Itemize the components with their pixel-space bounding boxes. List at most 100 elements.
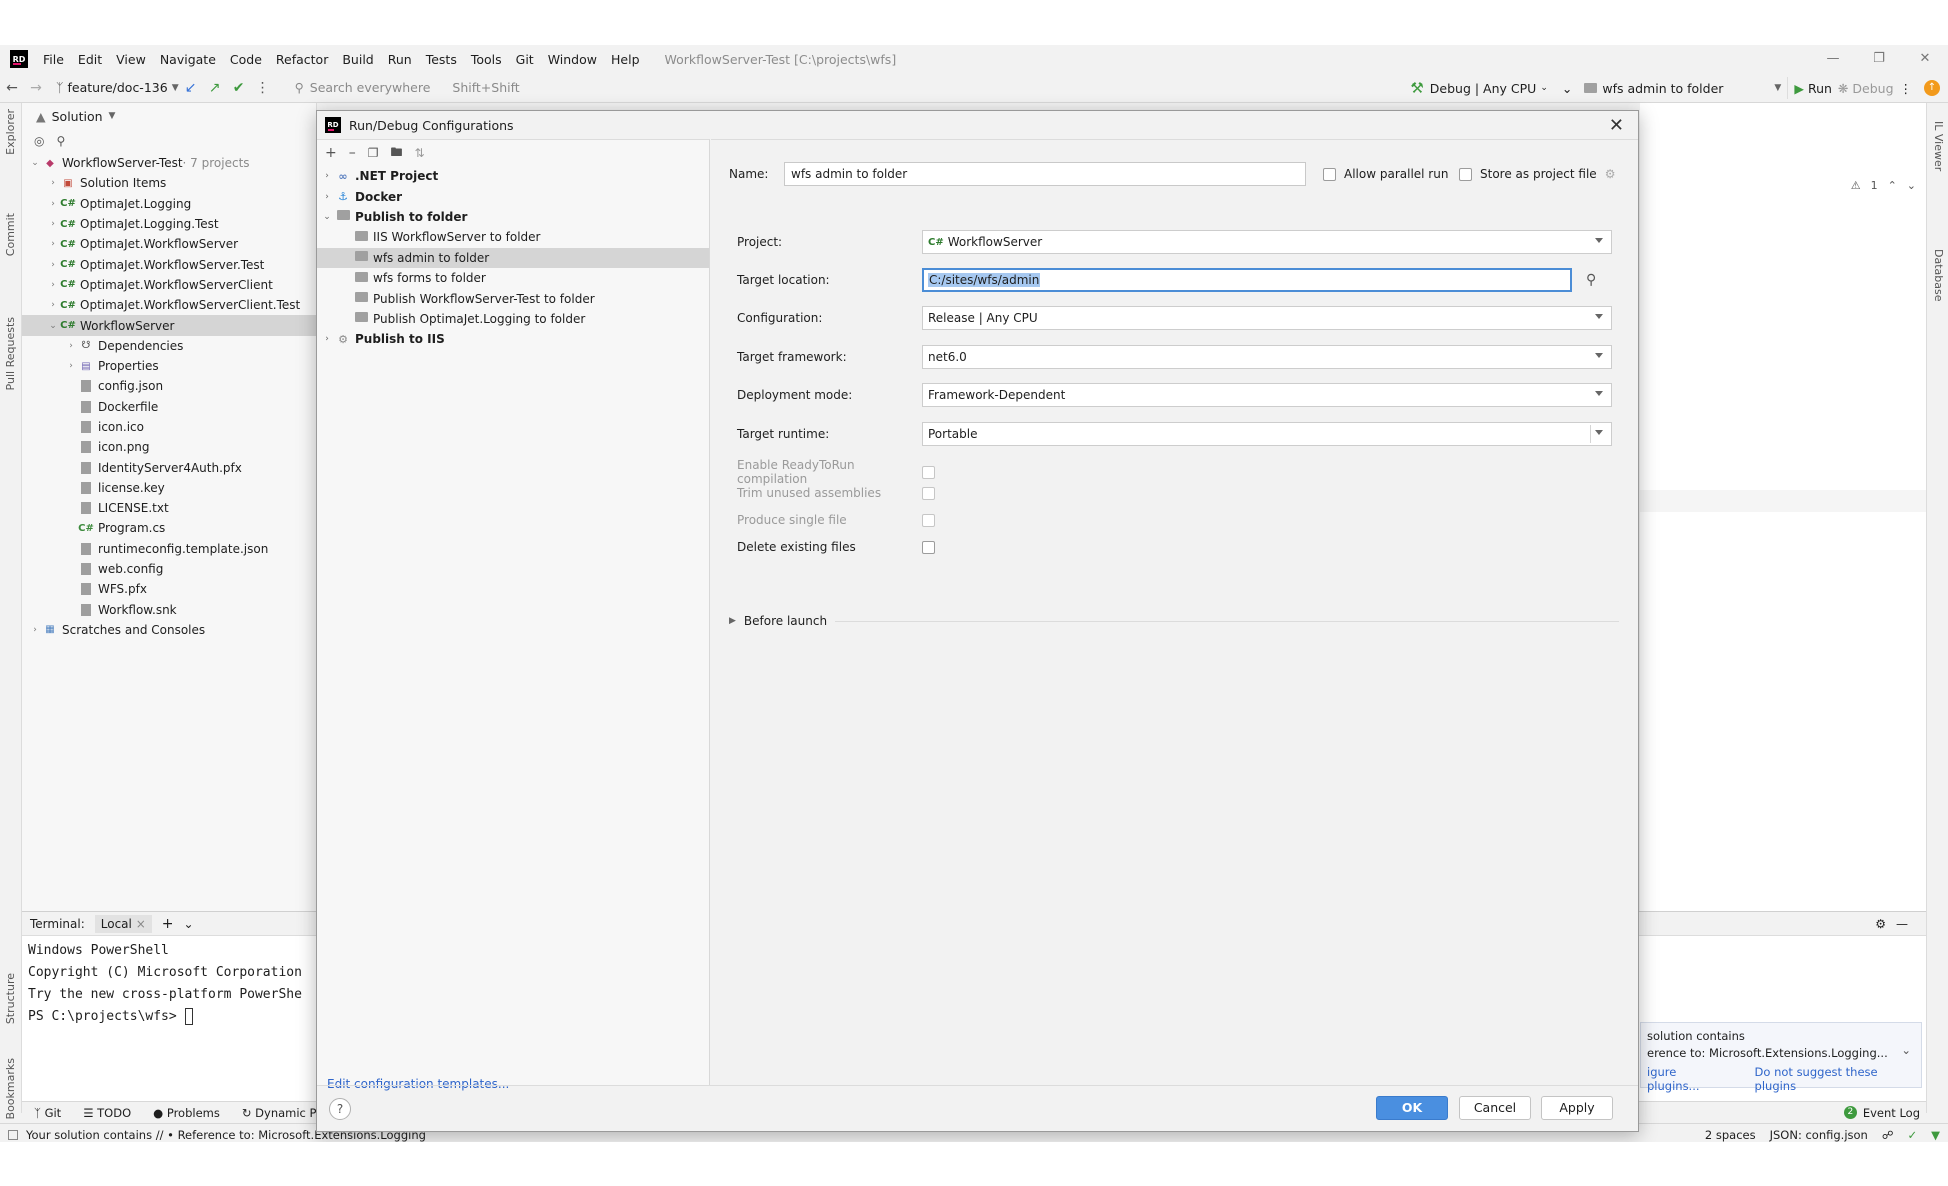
chevron-down-icon[interactable]: ⌄ [46, 321, 60, 331]
run-config-selector[interactable]: wfs admin to folder ▼ [1578, 77, 1789, 99]
lock-icon[interactable]: ☍ [1882, 1128, 1894, 1142]
help-button[interactable]: ? [329, 1098, 351, 1120]
browse-search-icon[interactable]: ⚲ [1586, 272, 1596, 288]
remove-icon[interactable]: – [349, 145, 356, 161]
git-commit-icon[interactable]: ✔ [227, 80, 251, 96]
chevron-right-icon[interactable]: › [64, 361, 78, 371]
forward-arrow-icon[interactable]: → [24, 80, 48, 96]
configuration-tree-item[interactable]: › ⚓ Docker [317, 186, 709, 206]
gear-icon[interactable]: ⚙ [1605, 167, 1616, 181]
search-everywhere[interactable]: ⚲ Search everywhere Shift+Shift [295, 80, 520, 95]
more-vertical-icon[interactable]: ⋮ [1900, 81, 1913, 96]
todo-tab[interactable]: ☰ TODO [83, 1106, 131, 1120]
tree-item[interactable]: WFS.pfx [22, 579, 316, 599]
add-tab-icon[interactable]: + [162, 916, 174, 932]
menu-help[interactable]: Help [604, 52, 647, 67]
branch-selector[interactable]: ᛉ feature/doc-136 ▼ [56, 80, 179, 95]
chevron-right-icon[interactable]: › [319, 192, 335, 202]
back-arrow-icon[interactable]: ← [0, 80, 24, 96]
ok-button[interactable]: OK [1376, 1096, 1448, 1120]
tree-item[interactable]: config.json [22, 376, 316, 396]
chevron-down-icon[interactable]: ⌄ [1901, 1043, 1911, 1057]
tree-item[interactable]: › C# OptimaJet.Logging.Test [22, 214, 316, 234]
configuration-tree-item[interactable]: › ∞ .NET Project [317, 166, 709, 186]
tree-item[interactable]: › ▤ Properties [22, 356, 316, 376]
explorer-header[interactable]: ▲ Solution ▼ [22, 103, 316, 129]
problems-tab[interactable]: ● Problems [153, 1106, 220, 1120]
tree-item[interactable]: Dockerfile [22, 397, 316, 417]
dialog-close-icon[interactable]: ✕ [1609, 115, 1624, 136]
pull-requests-tab[interactable]: Pull Requests [4, 317, 17, 390]
indent-setting[interactable]: 2 spaces [1705, 1128, 1756, 1142]
deployment-mode-select[interactable]: Framework-Dependent [922, 383, 1612, 407]
restore-icon[interactable]: ❐ [1856, 45, 1902, 73]
tree-item[interactable]: IdentityServer4Auth.pfx [22, 457, 316, 477]
tree-item[interactable]: web.config [22, 559, 316, 579]
locate-icon[interactable]: ◎ [34, 134, 44, 148]
copy-icon[interactable]: ❐ [368, 146, 379, 160]
close-icon[interactable]: × [136, 917, 146, 931]
update-icon[interactable]: ↑ [1924, 80, 1940, 96]
chevron-right-icon[interactable]: › [46, 260, 60, 270]
chevron-right-icon[interactable]: › [319, 171, 335, 181]
menu-tools[interactable]: Tools [464, 52, 509, 67]
tree-item[interactable]: › ▦ Scratches and Consoles [22, 620, 316, 640]
file-type[interactable]: JSON: config.json [1770, 1128, 1868, 1142]
chevron-right-icon[interactable]: › [46, 199, 60, 209]
chevron-down-icon[interactable]: ⌄ [184, 917, 194, 931]
sort-icon[interactable]: ⇅ [415, 146, 425, 160]
tree-item[interactable]: Workflow.snk [22, 600, 316, 620]
move-to-folder-icon[interactable]: 🖿 [391, 143, 403, 164]
menu-build[interactable]: Build [335, 52, 380, 67]
menu-navigate[interactable]: Navigate [153, 52, 223, 67]
search-icon[interactable]: ⚲ [56, 134, 65, 148]
configuration-tree-item[interactable]: ⌄ Publish to folder [317, 207, 709, 227]
chevron-right-icon[interactable]: › [46, 178, 60, 188]
apply-button[interactable]: Apply [1541, 1096, 1613, 1120]
git-update-icon[interactable]: ↙ [179, 80, 203, 96]
commit-tab[interactable]: Commit [4, 213, 17, 256]
debug-button[interactable]: ❋ Debug [1838, 81, 1894, 96]
chevron-right-icon[interactable]: › [46, 239, 60, 249]
ready-to-run-checkbox[interactable] [922, 465, 935, 479]
menu-window[interactable]: Window [541, 52, 604, 67]
tree-item[interactable]: icon.png [22, 437, 316, 457]
tree-item[interactable]: › ☋ Dependencies [22, 336, 316, 356]
target-location-input[interactable]: C:/sites/wfs/admin [922, 268, 1572, 292]
target-runtime-select[interactable]: Portable [922, 422, 1612, 446]
tree-item[interactable]: › C# OptimaJet.WorkflowServer [22, 234, 316, 254]
name-input[interactable]: wfs admin to folder [784, 162, 1306, 186]
configuration-tree-item[interactable]: Publish OptimaJet.Logging to folder [317, 309, 709, 329]
menu-file[interactable]: File [36, 52, 71, 67]
tree-item[interactable]: icon.ico [22, 417, 316, 437]
event-log-tab[interactable]: 2 Event Log [1843, 1106, 1920, 1120]
tree-item[interactable]: LICENSE.txt [22, 498, 316, 518]
target-framework-select[interactable]: net6.0 [922, 345, 1612, 369]
chevron-down-icon[interactable]: ⌄ [1562, 81, 1572, 96]
do-not-suggest-link[interactable]: Do not suggest these plugins [1755, 1065, 1915, 1093]
database-tab[interactable]: Database [1932, 249, 1945, 302]
menu-refactor[interactable]: Refactor [269, 52, 335, 67]
status-square-icon[interactable] [8, 1129, 18, 1140]
allow-parallel-run-option[interactable]: Allow parallel run [1323, 167, 1448, 181]
menu-git[interactable]: Git [509, 52, 541, 67]
check-icon[interactable]: ✓ [1908, 1128, 1918, 1142]
configuration-tree-item[interactable]: Publish WorkflowServer-Test to folder [317, 288, 709, 308]
git-tab[interactable]: ᛉ Git [34, 1106, 61, 1120]
before-launch-section[interactable]: ▶ Before launch [729, 614, 1619, 628]
tree-item[interactable]: license.key [22, 478, 316, 498]
tree-item[interactable]: ⌄ C# WorkflowServer [22, 315, 316, 336]
build-config-selector[interactable]: Debug | Any CPU ⌄ [1430, 81, 1548, 96]
project-select[interactable]: C# WorkflowServer [922, 230, 1612, 254]
chevron-right-icon[interactable]: › [64, 341, 78, 351]
terminal-tab-local[interactable]: Local × [94, 914, 152, 933]
menu-edit[interactable]: Edit [71, 52, 109, 67]
chevron-down-icon[interactable]: ⌄ [28, 158, 42, 168]
cancel-button[interactable]: Cancel [1459, 1096, 1531, 1120]
chevron-right-icon[interactable]: › [46, 280, 60, 290]
configuration-tree-item[interactable]: wfs forms to folder [317, 268, 709, 288]
chevron-right-icon[interactable]: › [46, 300, 60, 310]
tree-item[interactable]: › C# OptimaJet.WorkflowServerClient [22, 275, 316, 295]
configuration-tree-item[interactable]: IIS WorkflowServer to folder [317, 227, 709, 247]
gear-icon[interactable]: ⚙ [1875, 917, 1886, 931]
